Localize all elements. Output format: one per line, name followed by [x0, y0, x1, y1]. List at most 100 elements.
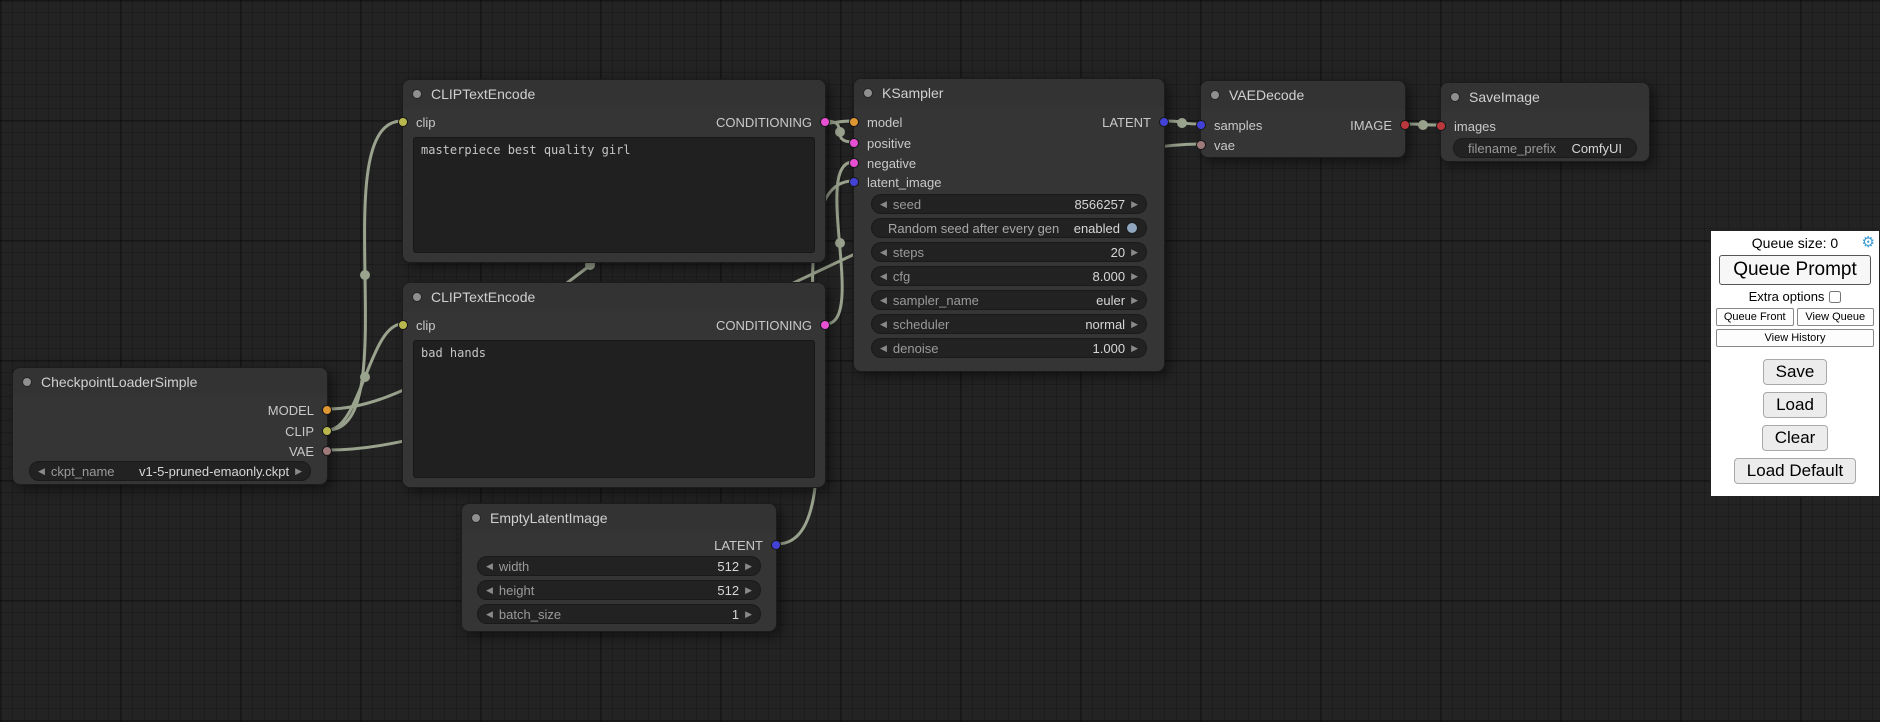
- save-button[interactable]: Save: [1763, 359, 1828, 385]
- load-button[interactable]: Load: [1763, 392, 1827, 418]
- slot-dot-conditioning[interactable]: [820, 117, 830, 127]
- slot-dot-images[interactable]: [1436, 121, 1446, 131]
- decrement-arrow-icon[interactable]: ◀: [486, 580, 493, 600]
- queue-front-button[interactable]: Queue Front: [1716, 308, 1794, 326]
- slot-dot-latent[interactable]: [771, 540, 781, 550]
- prompt-textarea[interactable]: bad hands: [413, 340, 815, 478]
- slot-dot-latent[interactable]: [1159, 117, 1169, 127]
- decrement-arrow-icon[interactable]: ◀: [880, 314, 887, 334]
- widget-denoise[interactable]: ◀ denoise 1.000 ▶: [871, 338, 1147, 358]
- decrement-arrow-icon[interactable]: ◀: [880, 242, 887, 262]
- slot-label: VAE: [289, 444, 314, 459]
- output-slot-model[interactable]: MODEL: [13, 402, 327, 418]
- queue-prompt-button[interactable]: Queue Prompt: [1719, 255, 1871, 285]
- clear-button[interactable]: Clear: [1762, 425, 1829, 451]
- output-slot-image[interactable]: IMAGE: [1201, 117, 1405, 133]
- widget-cfg[interactable]: ◀ cfg 8.000 ▶: [871, 266, 1147, 286]
- increment-arrow-icon[interactable]: ▶: [1131, 290, 1138, 310]
- node-clip-text-encode-negative[interactable]: CLIPTextEncode clip CONDITIONING bad han…: [402, 282, 826, 488]
- node-title-bar[interactable]: CLIPTextEncode: [403, 80, 825, 108]
- widget-height[interactable]: ◀ height 512 ▶: [477, 580, 761, 600]
- load-default-button[interactable]: Load Default: [1734, 458, 1856, 484]
- increment-arrow-icon[interactable]: ▶: [1131, 338, 1138, 358]
- collapse-dot-icon[interactable]: [22, 377, 32, 387]
- slot-dot-conditioning[interactable]: [820, 320, 830, 330]
- widget-scheduler[interactable]: ◀ scheduler normal ▶: [871, 314, 1147, 334]
- increment-arrow-icon[interactable]: ▶: [1131, 314, 1138, 334]
- output-slot-conditioning[interactable]: CONDITIONING: [403, 114, 825, 130]
- collapse-dot-icon[interactable]: [1450, 92, 1460, 102]
- input-slot-latent-image[interactable]: latent_image: [854, 174, 1164, 190]
- increment-arrow-icon[interactable]: ▶: [745, 604, 752, 624]
- input-slot-positive[interactable]: positive: [854, 135, 1164, 151]
- settings-gear-icon[interactable]: ⚙: [1862, 233, 1875, 251]
- output-slot-latent[interactable]: LATENT: [462, 537, 776, 553]
- node-title-bar[interactable]: CheckpointLoaderSimple: [13, 368, 327, 396]
- collapse-dot-icon[interactable]: [412, 89, 422, 99]
- node-save-image[interactable]: SaveImage images filename_prefix ComfyUI: [1440, 82, 1650, 162]
- widget-filename-prefix[interactable]: filename_prefix ComfyUI: [1453, 138, 1637, 158]
- widget-seed[interactable]: ◀ seed 8566257 ▶: [871, 194, 1147, 214]
- widget-steps[interactable]: ◀ steps 20 ▶: [871, 242, 1147, 262]
- increment-arrow-icon[interactable]: ▶: [1131, 242, 1138, 262]
- widget-width[interactable]: ◀ width 512 ▶: [477, 556, 761, 576]
- widget-ckpt-name[interactable]: ◀ ckpt_name v1-5-pruned-emaonly.ckpt ▶: [29, 461, 311, 481]
- decrement-arrow-icon[interactable]: ◀: [38, 461, 45, 481]
- node-title-bar[interactable]: KSampler: [854, 79, 1164, 107]
- decrement-arrow-icon[interactable]: ◀: [880, 338, 887, 358]
- widget-batch-size[interactable]: ◀ batch_size 1 ▶: [477, 604, 761, 624]
- node-vae-decode[interactable]: VAEDecode samples vae IMAGE: [1200, 80, 1406, 158]
- slot-label: CLIP: [285, 424, 314, 439]
- input-slot-vae[interactable]: vae: [1201, 137, 1405, 153]
- widget-label: seed: [893, 197, 921, 212]
- decrement-arrow-icon[interactable]: ◀: [486, 604, 493, 624]
- decrement-arrow-icon[interactable]: ◀: [486, 556, 493, 576]
- increment-arrow-icon[interactable]: ▶: [1131, 194, 1138, 214]
- extra-options-label: Extra options: [1749, 289, 1825, 304]
- slot-dot-vae[interactable]: [322, 446, 332, 456]
- node-clip-text-encode-positive[interactable]: CLIPTextEncode clip CONDITIONING masterp…: [402, 79, 826, 263]
- node-checkpoint-loader-simple[interactable]: CheckpointLoaderSimple MODEL CLIP VAE ◀ …: [12, 367, 328, 485]
- output-slot-clip[interactable]: CLIP: [13, 423, 327, 439]
- slot-dot-positive[interactable]: [849, 138, 859, 148]
- collapse-dot-icon[interactable]: [471, 513, 481, 523]
- decrement-arrow-icon[interactable]: ◀: [880, 290, 887, 310]
- link-midpoint-dot: [360, 372, 370, 382]
- view-queue-button[interactable]: View Queue: [1797, 308, 1875, 326]
- widget-random-seed-toggle[interactable]: Random seed after every gen enabled: [871, 218, 1147, 238]
- widget-label: Random seed after every gen: [888, 221, 1059, 236]
- collapse-dot-icon[interactable]: [1210, 90, 1220, 100]
- node-title-bar[interactable]: CLIPTextEncode: [403, 283, 825, 311]
- slot-dot-clip[interactable]: [322, 426, 332, 436]
- decrement-arrow-icon[interactable]: ◀: [880, 266, 887, 286]
- node-title: CheckpointLoaderSimple: [41, 374, 197, 390]
- collapse-dot-icon[interactable]: [863, 88, 873, 98]
- slot-dot-model[interactable]: [322, 405, 332, 415]
- increment-arrow-icon[interactable]: ▶: [295, 461, 302, 481]
- slot-dot-image[interactable]: [1400, 120, 1410, 130]
- output-slot-vae[interactable]: VAE: [13, 443, 327, 459]
- prompt-textarea[interactable]: masterpiece best quality girl: [413, 137, 815, 253]
- input-slot-images[interactable]: images: [1441, 118, 1649, 134]
- node-empty-latent-image[interactable]: EmptyLatentImage LATENT ◀ width 512 ▶ ◀ …: [461, 503, 777, 632]
- slot-label: vae: [1214, 138, 1235, 153]
- increment-arrow-icon[interactable]: ▶: [745, 556, 752, 576]
- output-slot-latent[interactable]: LATENT: [854, 114, 1164, 130]
- node-title-bar[interactable]: EmptyLatentImage: [462, 504, 776, 532]
- widget-sampler-name[interactable]: ◀ sampler_name euler ▶: [871, 290, 1147, 310]
- input-slot-negative[interactable]: negative: [854, 155, 1164, 171]
- node-ksampler[interactable]: KSampler model positive negative latent_…: [853, 78, 1165, 372]
- increment-arrow-icon[interactable]: ▶: [745, 580, 752, 600]
- increment-arrow-icon[interactable]: ▶: [1131, 266, 1138, 286]
- output-slot-conditioning[interactable]: CONDITIONING: [403, 317, 825, 333]
- node-title-bar[interactable]: VAEDecode: [1201, 81, 1405, 109]
- slot-dot-negative[interactable]: [849, 158, 859, 168]
- view-history-button[interactable]: View History: [1716, 329, 1874, 347]
- node-title-bar[interactable]: SaveImage: [1441, 83, 1649, 111]
- slot-dot-vae[interactable]: [1196, 140, 1206, 150]
- decrement-arrow-icon[interactable]: ◀: [880, 194, 887, 214]
- collapse-dot-icon[interactable]: [412, 292, 422, 302]
- toggle-knob-icon[interactable]: [1126, 222, 1138, 234]
- extra-options-checkbox[interactable]: [1829, 291, 1841, 303]
- slot-dot-latent-image[interactable]: [849, 177, 859, 187]
